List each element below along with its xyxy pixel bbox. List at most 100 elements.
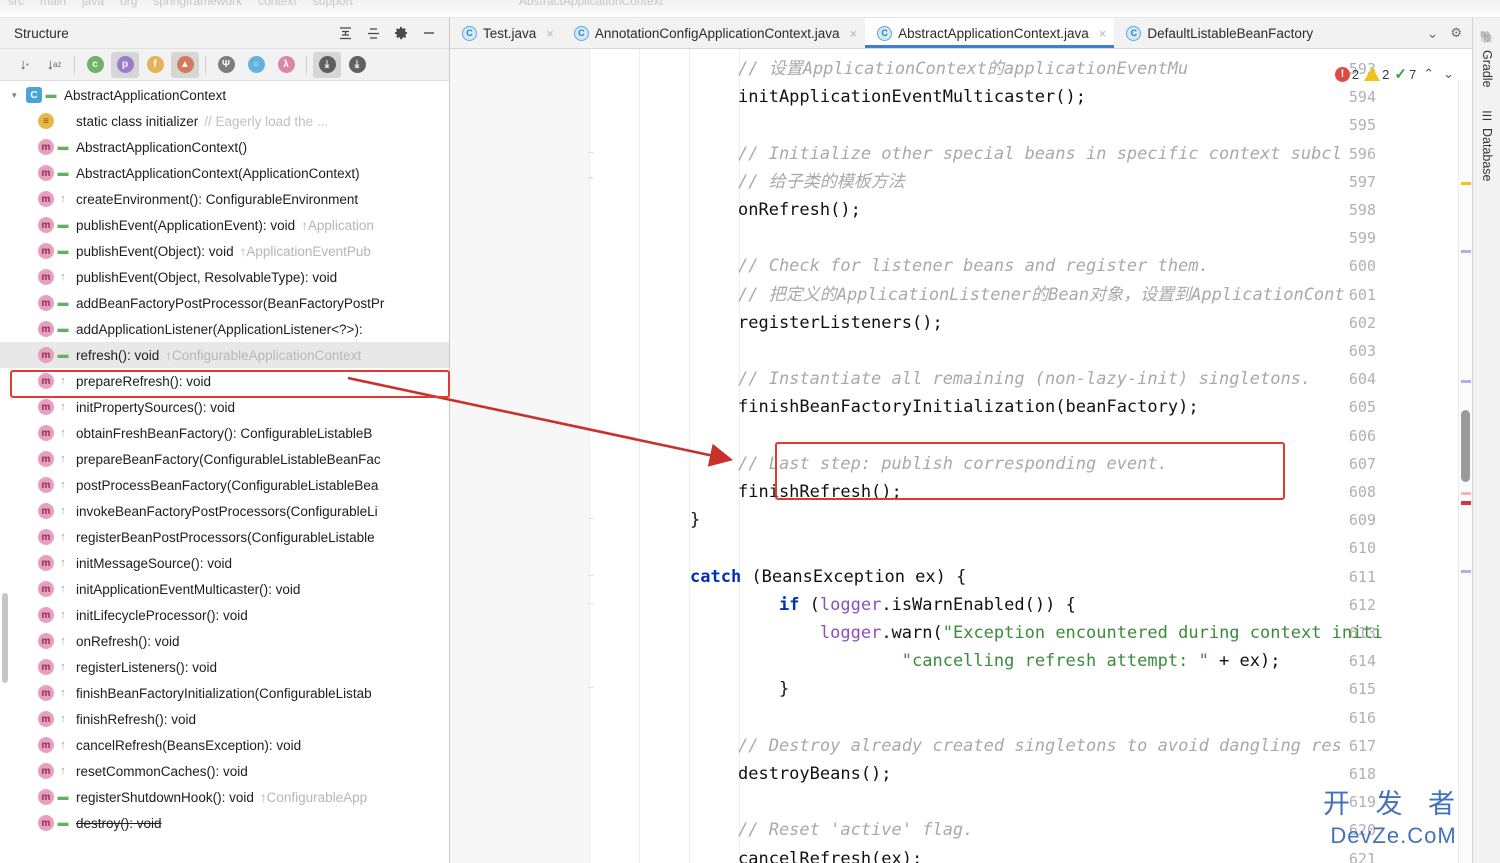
- close-icon[interactable]: ×: [1099, 26, 1107, 41]
- editor-tab[interactable]: C AbstractApplicationContext.java ×: [865, 18, 1115, 48]
- tree-node-member[interactable]: m ↑ resetCommonCaches(): void: [0, 758, 449, 784]
- breadcrumb[interactable]: src main java org springframework context supp…: [8, 0, 679, 8]
- breadcrumb-item[interactable]: support: [313, 0, 353, 8]
- tree-node-member[interactable]: m ▬ destroy(): void: [0, 810, 449, 836]
- public-modifier-icon: ▬: [57, 791, 69, 803]
- ok-count: 7: [1408, 66, 1417, 82]
- tree-node-member[interactable]: m ↑ initLifecycleProcessor(): void: [0, 602, 449, 628]
- editor-tab[interactable]: C AnnotationConfigApplicationContext.java…: [561, 18, 866, 48]
- tree-node-member[interactable]: m ↑ finishRefresh(): void: [0, 706, 449, 732]
- structure-tree[interactable]: ▾ C ▬ AbstractApplicationContext ≡ static cla…: [0, 82, 449, 863]
- tree-node-member[interactable]: m ↑ publishEvent(Object, ResolvableType): …: [0, 264, 449, 290]
- tree-node-member[interactable]: m ↑ finishBeanFactoryInitialization(Config…: [0, 680, 449, 706]
- tree-node-member[interactable]: m ▬ addBeanFactoryPostProcessor(BeanFactor…: [0, 290, 449, 316]
- editor-tab[interactable]: C Test.java ×: [450, 18, 562, 48]
- tree-node-member[interactable]: m ↑ obtainFreshBeanFactory(): Configurable…: [0, 420, 449, 446]
- editor-tab[interactable]: C DefaultListableBeanFactory: [1114, 18, 1322, 48]
- stripe-warning-mark[interactable]: [1461, 182, 1471, 185]
- editor-tabs[interactable]: C Test.java × C AnnotationConfigApplicationC…: [450, 18, 1472, 49]
- code-line: onRefresh();: [738, 196, 861, 224]
- warning-indicator[interactable]: 2: [1364, 67, 1389, 82]
- chevron-down-icon[interactable]: ▾: [12, 90, 24, 101]
- tree-node-member[interactable]: m ↑ onRefresh(): void: [0, 628, 449, 654]
- tree-node-member[interactable]: m ▬ AbstractApplicationContext(Application…: [0, 160, 449, 186]
- tree-node-member[interactable]: m ↑ prepareRefresh(): void: [0, 368, 449, 394]
- breadcrumb-item[interactable]: context: [258, 0, 297, 8]
- close-icon[interactable]: ×: [850, 26, 858, 41]
- autoscroll-from-source-button[interactable]: ⤓: [343, 52, 371, 78]
- breadcrumb-item[interactable]: src: [8, 0, 24, 8]
- tree-node-member[interactable]: m ↑ initApplicationEventMulticaster(): voi…: [0, 576, 449, 602]
- stripe-error-mark[interactable]: [1461, 492, 1471, 495]
- code-comment: // Destroy already created singletons to…: [738, 735, 1342, 756]
- breadcrumb-item[interactable]: main: [40, 0, 66, 8]
- hide-tool-window-button[interactable]: [415, 20, 443, 46]
- next-problem-button[interactable]: ⌄: [1441, 66, 1456, 82]
- error-indicator[interactable]: ! 2: [1334, 66, 1359, 82]
- ok-indicator[interactable]: ✓ 7: [1394, 65, 1416, 83]
- tree-node-class[interactable]: ▾ C ▬ AbstractApplicationContext: [0, 82, 449, 108]
- breadcrumb-item[interactable]: org: [120, 0, 137, 8]
- run-configuration-icon[interactable]: ⚙: [1446, 25, 1466, 41]
- tree-node-member[interactable]: m ↑ initPropertySources(): void: [0, 394, 449, 420]
- autoscroll-to-source-button[interactable]: ⤓: [313, 51, 341, 78]
- tab-overflow-button[interactable]: ⌄: [1421, 25, 1445, 42]
- stripe-usage-mark[interactable]: [1461, 250, 1471, 253]
- show-properties-button[interactable]: p: [111, 51, 139, 78]
- show-non-public-button[interactable]: ▲: [171, 51, 199, 78]
- code-text: finishBeanFactoryInitialization(beanFact…: [738, 397, 1199, 418]
- tree-node-member[interactable]: m ▬ registerShutdownHook(): void ↑Configura…: [0, 784, 449, 810]
- scrollbar-thumb[interactable]: [1461, 410, 1470, 482]
- code-line: // 把定义的ApplicationListener的Bean对象，设置到App…: [738, 281, 1345, 309]
- source-code[interactable]: // 设置ApplicationContext的applicationEvent…: [450, 49, 1472, 863]
- tree-node-member[interactable]: m ↑ cancelRefresh(BeansException): void: [0, 732, 449, 758]
- tree-node-member[interactable]: m ▬ publishEvent(ApplicationEvent): void ↑A…: [0, 212, 449, 238]
- tree-node-member[interactable]: m ▬ AbstractApplicationContext(): [0, 134, 449, 160]
- stripe-usage-mark[interactable]: [1461, 380, 1471, 383]
- code-line: logger.warn("Exception encountered durin…: [738, 619, 1383, 647]
- tree-node-member[interactable]: m ↑ createEnvironment(): ConfigurableEnvir…: [0, 186, 449, 212]
- sort-alphabetically-button[interactable]: ↓ az: [40, 52, 68, 78]
- code-text: initApplicationEventMulticaster();: [738, 87, 1086, 108]
- tree-node-member[interactable]: m ▬ refresh(): void ↑ConfigurableApplicatio…: [0, 342, 449, 368]
- modifier-icon: ▬: [45, 89, 57, 101]
- tree-node-member[interactable]: m ▬ addApplicationListener(ApplicationList…: [0, 316, 449, 342]
- inspection-widget[interactable]: ! 2 2 ✓ 7 ⌃ ⌄: [1334, 65, 1456, 83]
- stripe-usage-mark[interactable]: [1461, 570, 1471, 573]
- public-modifier-icon: ▬: [57, 167, 69, 179]
- error-stripe-scrollbar[interactable]: [1458, 80, 1472, 863]
- tree-node-member[interactable]: m ↑ postProcessBeanFactory(ConfigurableLis…: [0, 472, 449, 498]
- show-lambdas-button[interactable]: λ: [272, 52, 300, 78]
- tool-tab-gradle[interactable]: 🐘 Gradle: [1473, 24, 1500, 93]
- stripe-error-mark[interactable]: [1461, 501, 1471, 505]
- expand-all-button[interactable]: [331, 20, 359, 46]
- java-class-icon: C: [877, 25, 893, 41]
- previous-problem-button[interactable]: ⌃: [1421, 66, 1436, 82]
- tool-tab-database[interactable]: ☰ Database: [1473, 103, 1500, 188]
- code-editor[interactable]: 593 594 595 596−597 ⌃ 598 599 600 601 602 603 604 60…: [450, 49, 1472, 863]
- collapse-all-button[interactable]: [359, 20, 387, 46]
- breadcrumb-item[interactable]: springframework: [153, 0, 242, 8]
- tree-node-member[interactable]: m ↑ registerListeners(): void: [0, 654, 449, 680]
- tree-node-member[interactable]: m ↑ initMessageSource(): void: [0, 550, 449, 576]
- show-inherited-button[interactable]: c: [81, 52, 109, 78]
- tree-node-member[interactable]: m ↑ invokeBeanFactoryPostProcessors(Config…: [0, 498, 449, 524]
- show-fields-button[interactable]: f: [141, 52, 169, 78]
- tree-node-member[interactable]: m ↑ registerBeanPostProcessors(Configurabl…: [0, 524, 449, 550]
- class-icon: C: [26, 87, 42, 103]
- tree-node-member[interactable]: m ▬ publishEvent(Object): void ↑Application…: [0, 238, 449, 264]
- tree-node-member[interactable]: ≡ static class initializer // Eagerly load…: [0, 108, 449, 134]
- breadcrumb-item[interactable]: java: [82, 0, 104, 8]
- tree-node-member[interactable]: m ↑ prepareBeanFactory(ConfigurableListabl…: [0, 446, 449, 472]
- tree-node-comment: // Eagerly load the ...: [204, 113, 329, 129]
- tree-node-label: finishBeanFactoryInitialization(Configur…: [76, 685, 372, 701]
- show-interfaces-button[interactable]: ○: [242, 52, 270, 78]
- code-comment: // Last step: publish corresponding even…: [738, 453, 1168, 474]
- sort-by-visibility-button[interactable]: ↓ ▪: [10, 52, 38, 78]
- breadcrumb-item[interactable]: AbstractApplicationContext: [519, 0, 663, 8]
- show-anonymous-classes-button[interactable]: Ψ: [212, 52, 240, 78]
- gear-icon[interactable]: [387, 20, 415, 46]
- structure-vertical-scrollbar[interactable]: [2, 593, 8, 683]
- close-icon[interactable]: ×: [546, 26, 554, 41]
- code-comment: // Check for listener beans and register…: [738, 256, 1209, 277]
